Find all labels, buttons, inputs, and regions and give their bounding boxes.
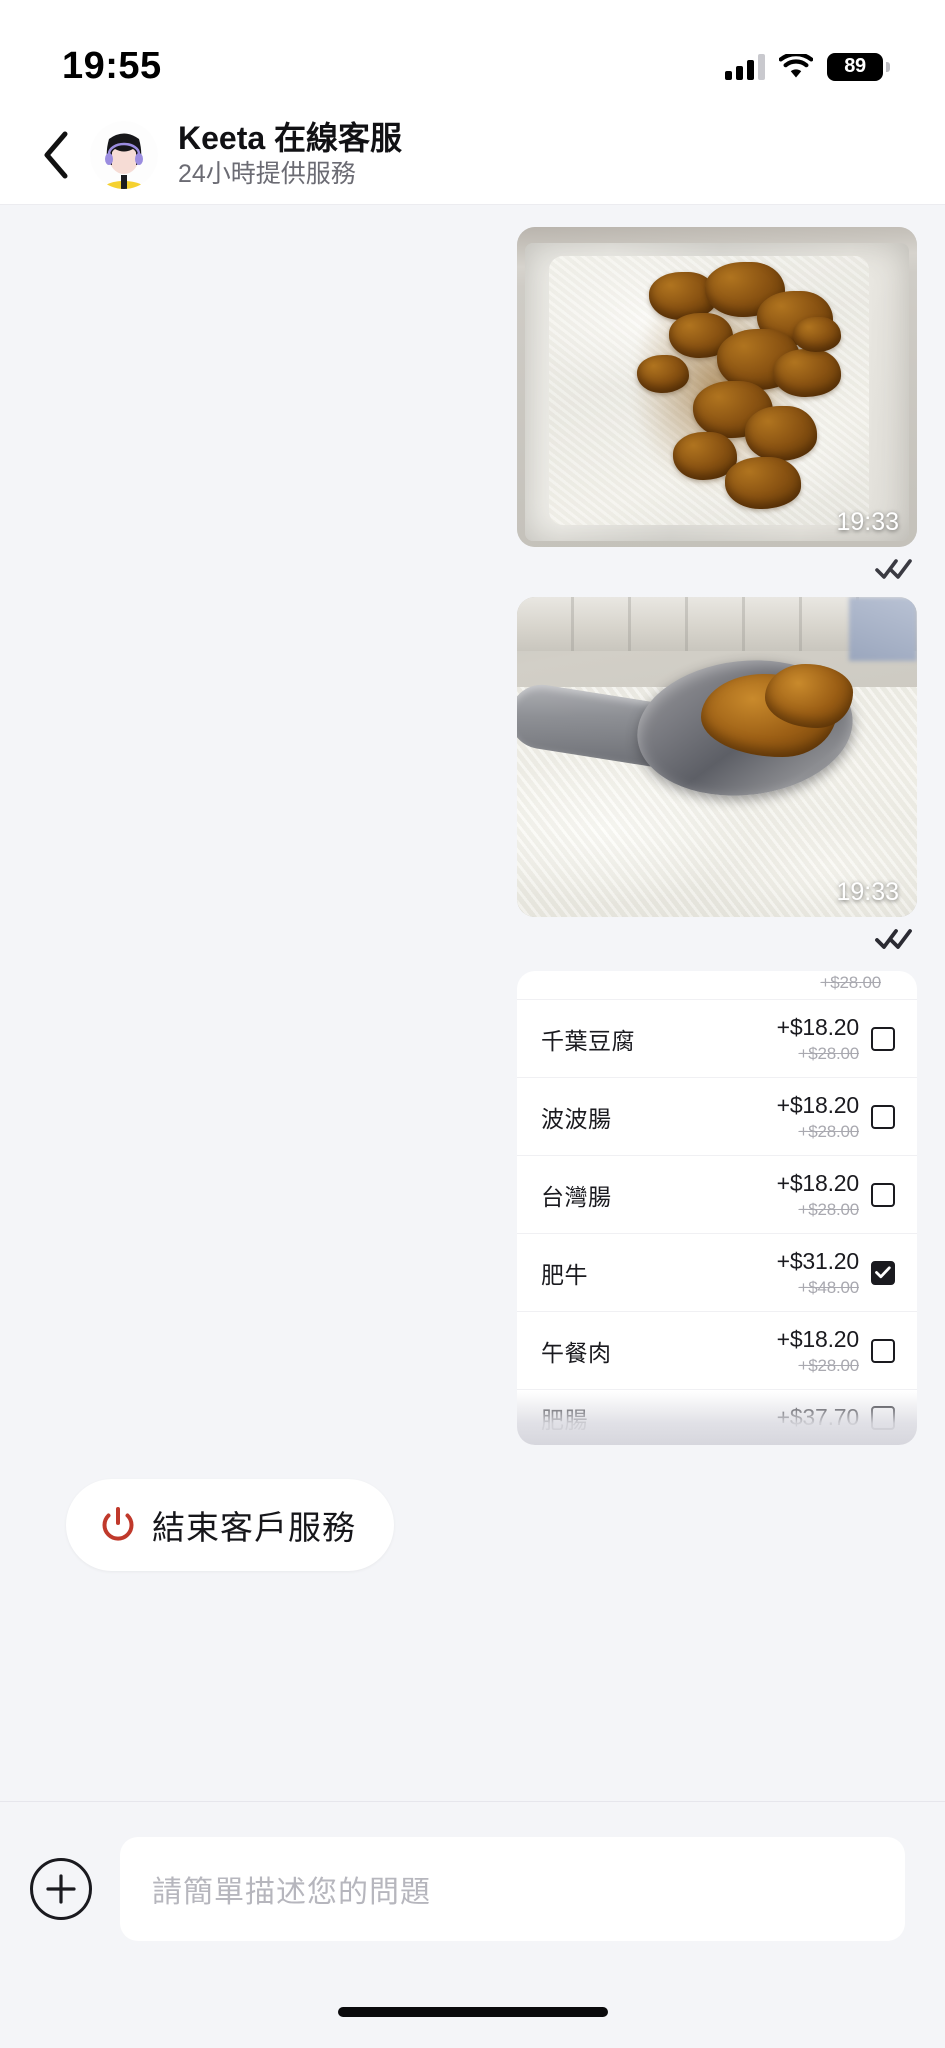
option-price: +$31.20	[776, 1247, 860, 1274]
option-old-price: +$28.00	[798, 1356, 859, 1376]
option-prices: +$18.20 +$28.00	[776, 1013, 860, 1065]
double-check-icon	[875, 929, 912, 949]
message-input[interactable]: 請簡單描述您的問題	[120, 1837, 905, 1941]
option-checkbox[interactable]	[871, 1182, 895, 1207]
option-price: +$18.20	[776, 1169, 860, 1196]
option-price: +$18.20	[776, 1325, 860, 1352]
message-status	[875, 555, 913, 583]
option-prices: +$18.20 +$28.00	[776, 1169, 860, 1221]
home-bar[interactable]	[337, 2007, 608, 2017]
table-row[interactable]: 午餐肉 +$18.20 +$28.00	[517, 1311, 917, 1389]
power-icon	[102, 1507, 134, 1541]
option-old-price: +$28.00	[798, 1200, 859, 1220]
option-name: 肥牛	[541, 1261, 588, 1288]
message-composer: 請簡單描述您的問題	[0, 1801, 945, 1976]
clipped-row: +$28.00	[517, 971, 917, 999]
option-prices: +$18.20 +$28.00	[776, 1091, 860, 1143]
chat-screen: 19:55 89 Keeta 在線客服 24小時提供服務 19:33 19:33…	[0, 0, 945, 2048]
option-price: +$18.20	[776, 1013, 860, 1040]
table-row[interactable]: 波波腸 +$18.20 +$28.00	[517, 1077, 917, 1155]
clipped-old-price: +$28.00	[820, 973, 881, 992]
image-message-bubble[interactable]: 19:33	[517, 227, 917, 547]
option-checkbox[interactable]	[871, 1260, 895, 1285]
option-name: 千葉豆腐	[541, 1027, 635, 1054]
option-price: +$37.70	[776, 1404, 860, 1431]
table-row[interactable]: 台灣腸 +$18.20 +$28.00	[517, 1155, 917, 1233]
status-bar-time: 19:55	[62, 45, 162, 87]
chevron-left-icon	[44, 131, 68, 178]
option-price: +$18.20	[776, 1091, 860, 1118]
home-indicator-area	[0, 1976, 945, 2048]
table-row[interactable]: 千葉豆腐 +$18.20 +$28.00	[517, 999, 917, 1077]
option-old-price: +$28.00	[798, 1122, 859, 1142]
message-item: 19:33	[28, 597, 917, 953]
table-row[interactable]: 肥腸 +$37.70	[517, 1389, 917, 1445]
photo-rice-with-pork	[517, 227, 917, 547]
battery-icon: 89	[827, 52, 890, 81]
end-service-button[interactable]: 結束客戶服務	[66, 1479, 394, 1571]
status-bar: 19:55 89	[0, 0, 945, 105]
option-name: 肥腸	[541, 1406, 588, 1433]
message-input-placeholder: 請簡單描述您的問題	[152, 1876, 431, 1909]
message-timestamp: 19:33	[836, 508, 899, 536]
option-checkbox[interactable]	[871, 1104, 895, 1129]
option-prices: +$18.20 +$28.00	[776, 1325, 860, 1377]
battery-level: 89	[844, 55, 866, 77]
status-bar-indicators: 89	[725, 51, 890, 81]
order-options-card[interactable]: +$28.00 千葉豆腐 +$18.20 +$28.00 波波腸 +$18.20…	[517, 971, 917, 1445]
check-icon	[875, 1266, 891, 1279]
wifi-icon	[778, 51, 814, 80]
plus-circle-icon[interactable]	[30, 1858, 92, 1920]
message-timestamp: 19:33	[836, 878, 899, 906]
chat-title: Keeta 在線客服	[178, 120, 403, 157]
end-service-label: 結束客戶服務	[152, 1509, 356, 1546]
option-name: 台灣腸	[541, 1183, 612, 1210]
option-prices: +$37.70	[776, 1403, 860, 1432]
message-status	[875, 925, 913, 953]
image-message-bubble[interactable]: 19:33	[517, 597, 917, 917]
photo-spoon-with-meat	[517, 597, 917, 917]
double-check-icon	[875, 559, 912, 579]
quick-actions: 結束客戶服務	[28, 1445, 917, 1599]
message-list[interactable]: 19:33 19:33 +$28.00 千葉豆腐 +$18.20 +$28.00…	[0, 205, 945, 1801]
option-prices: +$31.20 +$48.00	[776, 1247, 860, 1299]
option-old-price: +$48.00	[798, 1278, 859, 1298]
option-name: 午餐肉	[541, 1339, 612, 1366]
chat-header-text: Keeta 在線客服 24小時提供服務	[178, 120, 402, 189]
table-row[interactable]: 肥牛 +$31.20 +$48.00	[517, 1233, 917, 1311]
option-checkbox[interactable]	[871, 1405, 895, 1430]
agent-avatar	[90, 120, 158, 189]
option-checkbox[interactable]	[871, 1338, 895, 1363]
option-name: 波波腸	[541, 1105, 612, 1132]
option-old-price: +$28.00	[798, 1044, 859, 1064]
chat-subtitle: 24小時提供服務	[178, 159, 356, 188]
cellular-signal-icon	[725, 53, 765, 80]
message-item: 19:33	[28, 227, 917, 583]
chat-header: Keeta 在線客服 24小時提供服務	[0, 105, 945, 205]
option-checkbox[interactable]	[871, 1026, 895, 1051]
back-button[interactable]	[28, 127, 84, 183]
